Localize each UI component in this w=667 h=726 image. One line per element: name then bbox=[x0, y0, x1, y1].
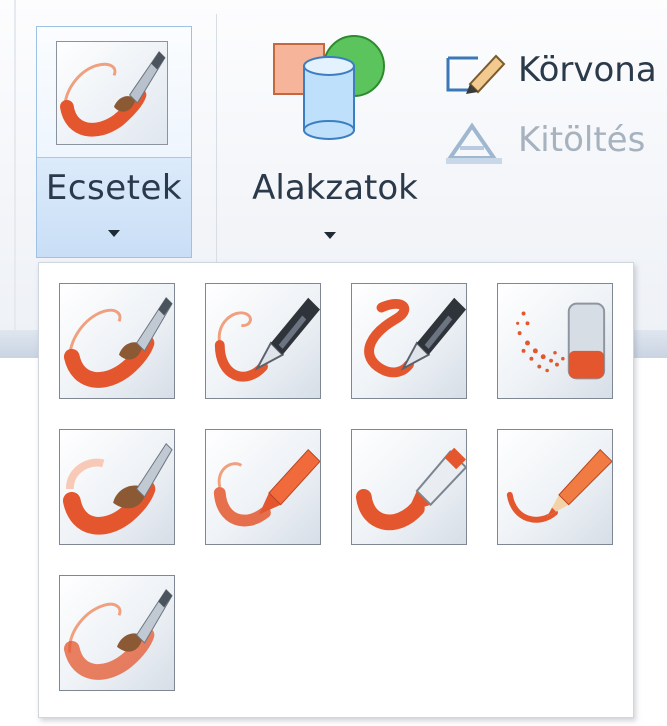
chevron-down-icon[interactable] bbox=[324, 232, 336, 239]
brushes-label: Ecsetek bbox=[45, 168, 183, 208]
crayon-icon[interactable] bbox=[205, 429, 321, 545]
airbrush-icon[interactable] bbox=[497, 283, 613, 399]
outline-label: Körvona bbox=[518, 50, 657, 90]
fill-label: Kitöltés bbox=[518, 120, 646, 160]
pencil-icon bbox=[446, 54, 506, 94]
brush-icon bbox=[56, 41, 168, 145]
shapes-icon[interactable] bbox=[272, 30, 392, 140]
brush-icon[interactable] bbox=[59, 283, 175, 399]
watercolor-brush-icon[interactable] bbox=[59, 575, 175, 691]
fill-bucket-icon bbox=[446, 122, 502, 164]
calligraphy-pen-1-icon[interactable] bbox=[205, 283, 321, 399]
chevron-down-icon bbox=[108, 230, 120, 237]
brushes-button-top[interactable] bbox=[37, 27, 191, 158]
marker-icon[interactable] bbox=[351, 429, 467, 545]
natural-pencil-icon[interactable] bbox=[497, 429, 613, 545]
shapes-label[interactable]: Alakzatok bbox=[240, 168, 430, 208]
oil-brush-icon[interactable] bbox=[59, 429, 175, 545]
brush-gallery-panel bbox=[38, 262, 634, 718]
brushes-button-dropdown[interactable]: Ecsetek bbox=[37, 158, 191, 257]
ribbon-edge bbox=[14, 0, 16, 340]
brushes-button[interactable]: Ecsetek bbox=[36, 26, 192, 258]
calligraphy-pen-2-icon[interactable] bbox=[351, 283, 467, 399]
